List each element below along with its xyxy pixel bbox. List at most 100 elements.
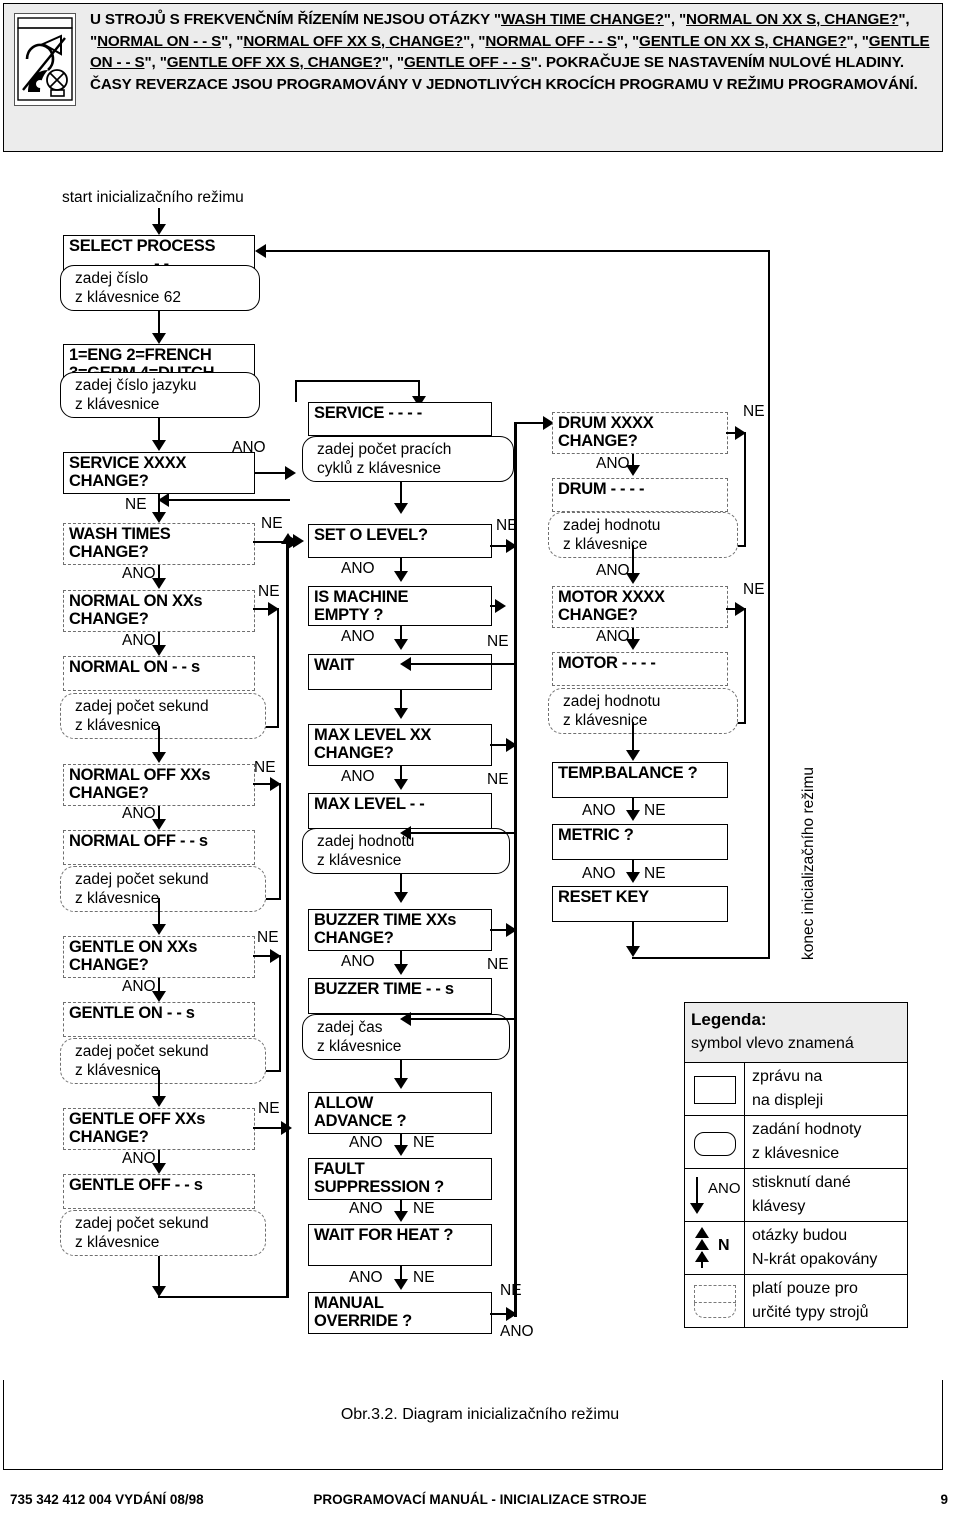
node-line: ADVANCE ? bbox=[314, 1111, 407, 1130]
edge-label-ano: ANO bbox=[349, 1134, 383, 1151]
edge-label-ano: ANO bbox=[582, 802, 616, 819]
connector bbox=[407, 832, 517, 835]
node-line: z klávesnice bbox=[75, 717, 160, 734]
edge-label-ne: NE bbox=[258, 583, 280, 600]
node-manual-override: MANUAL OVERRIDE ? bbox=[308, 1292, 492, 1334]
legend-row: N otázky budou N-krát opakovány bbox=[685, 1222, 907, 1275]
node-line: zadej hodnotu bbox=[563, 517, 661, 534]
arrow-down-icon bbox=[626, 810, 640, 821]
arrow-down-icon bbox=[626, 750, 640, 761]
arrow-down-icon bbox=[394, 1211, 408, 1222]
connector bbox=[632, 957, 770, 960]
arrow-down-icon bbox=[152, 645, 166, 656]
edge-label-ano: ANO bbox=[232, 439, 266, 456]
arrow-down-icon bbox=[152, 1163, 166, 1174]
edge-label-ano: ANO bbox=[500, 1323, 534, 1340]
node-line: CHANGE? bbox=[69, 471, 149, 490]
arrow-down-icon bbox=[152, 924, 166, 935]
no-frequency-drive-warning-icon bbox=[14, 13, 76, 106]
node-line: NORMAL ON - - s bbox=[69, 658, 200, 676]
arrow-down-icon bbox=[394, 1078, 408, 1089]
node-line: EMPTY ? bbox=[314, 605, 384, 624]
legend-title: Legenda: bbox=[691, 1010, 767, 1029]
arrow-down-icon bbox=[394, 503, 408, 514]
arrow-down-icon bbox=[152, 1096, 166, 1107]
node-service-xxxx: SERVICE XXXX CHANGE? bbox=[63, 452, 255, 494]
node-motor-entry: zadej hodnotu z klávesnice bbox=[548, 688, 738, 734]
edge-label-ano: ANO bbox=[596, 628, 630, 645]
arrow-down-icon bbox=[152, 752, 166, 763]
legend-text: z klávesnice bbox=[752, 1145, 840, 1162]
node-service-entry: zadej počet pracích cyklů z klávesnice bbox=[302, 436, 514, 482]
node-line: DRUM - - - - bbox=[558, 480, 645, 498]
edge-label-ne: NE bbox=[413, 1134, 435, 1151]
edge-label-ne: NE bbox=[125, 496, 147, 513]
legend-row: zadání hodnoty z klávesnice bbox=[685, 1116, 907, 1169]
arrow-down-icon bbox=[626, 872, 640, 883]
legend-row: platí pouze pro určité typy strojů bbox=[685, 1275, 907, 1328]
arrow-down-icon bbox=[626, 573, 640, 584]
node-line: IS MACHINE bbox=[314, 588, 409, 606]
arrow-left-icon bbox=[400, 1012, 411, 1026]
node-line: BUZZER TIME - - s bbox=[314, 980, 454, 998]
legend-symbol-label: ANO bbox=[708, 1180, 741, 1197]
edge-label-ne: NE bbox=[487, 956, 509, 973]
node-line: SERVICE - - - - bbox=[314, 404, 422, 422]
node-service-dashes: SERVICE - - - - bbox=[308, 402, 492, 436]
connector bbox=[158, 898, 161, 926]
node-gentle-on-dd: GENTLE ON - - s bbox=[63, 1002, 255, 1037]
node-line: SERVICE XXXX bbox=[69, 454, 187, 472]
edge-label-ne: NE bbox=[261, 515, 283, 532]
node-normal-off-entry: zadej počet sekund z klávesnice bbox=[60, 866, 266, 912]
node-fault-suppression: FAULT SUPPRESSION ? bbox=[308, 1158, 492, 1200]
node-drum-dashes: DRUM - - - - bbox=[552, 478, 728, 512]
node-line: CHANGE? bbox=[314, 928, 394, 947]
trunk-connector bbox=[286, 541, 290, 1298]
edge-label-ne: NE bbox=[258, 1100, 280, 1117]
edge-label-ne: NE bbox=[500, 1282, 522, 1299]
node-max-level-xx: MAX LEVEL XX CHANGE? bbox=[308, 724, 492, 766]
node-line: z klávesnice 62 bbox=[75, 289, 181, 306]
edge-label-ne: NE bbox=[743, 403, 765, 420]
arrow-down-icon bbox=[394, 892, 408, 903]
connector bbox=[158, 1256, 161, 1290]
legend-row: zprávu na na displeji bbox=[685, 1063, 907, 1116]
node-buzzer-time-xx: BUZZER TIME XXs CHANGE? bbox=[308, 909, 492, 951]
node-line: zadej počet sekund bbox=[75, 698, 209, 715]
node-line: z klávesnice bbox=[563, 712, 648, 729]
arrow-down-icon bbox=[394, 1145, 408, 1156]
arrow-left-icon bbox=[400, 657, 411, 671]
footer-center: PROGRAMOVACÍ MANUÁL - INICIALIZACE STROJ… bbox=[313, 1492, 647, 1507]
edge-label-ano: ANO bbox=[122, 805, 156, 822]
edge-label-ano: ANO bbox=[582, 865, 616, 882]
connector bbox=[158, 1070, 161, 1098]
node-line: RESET KEY bbox=[558, 888, 649, 906]
legend-text: stisknutí dané bbox=[752, 1174, 851, 1191]
legend-text: platí pouze pro bbox=[752, 1280, 858, 1297]
connector bbox=[158, 726, 161, 754]
connector bbox=[744, 432, 747, 547]
node-line: z klávesnice bbox=[75, 1062, 160, 1079]
node-drum-xxxx: DRUM XXXX CHANGE? bbox=[552, 412, 728, 454]
node-normal-on-dd: NORMAL ON - - s bbox=[63, 656, 255, 691]
legend-text: klávesy bbox=[752, 1198, 806, 1215]
node-set-o-level: SET O LEVEL? bbox=[308, 524, 492, 558]
connector bbox=[158, 418, 161, 442]
node-line: CHANGE? bbox=[558, 431, 638, 450]
arrow-left-icon bbox=[400, 826, 411, 840]
return-connector bbox=[262, 250, 770, 253]
node-normal-off-xx: NORMAL OFF XXs CHANGE? bbox=[63, 764, 255, 806]
arrow-with-key-label-symbol: ANO bbox=[685, 1169, 745, 1221]
connector bbox=[158, 1296, 288, 1299]
node-line: SET O LEVEL? bbox=[314, 526, 428, 544]
edge-label-ano: ANO bbox=[122, 565, 156, 582]
node-normal-off-dd: NORMAL OFF - - s bbox=[63, 830, 255, 865]
legend-text: zprávu na bbox=[752, 1068, 823, 1085]
arrow-down-icon bbox=[394, 571, 408, 582]
node-line: CHANGE? bbox=[69, 609, 149, 628]
node-line: DRUM XXXX bbox=[558, 414, 654, 432]
node-line: BUZZER TIME XXs bbox=[314, 911, 457, 929]
node-line: zadej číslo jazyku bbox=[75, 377, 197, 394]
arrow-down-icon bbox=[394, 1279, 408, 1290]
node-normal-on-entry: zadej počet sekund z klávesnice bbox=[60, 693, 266, 739]
